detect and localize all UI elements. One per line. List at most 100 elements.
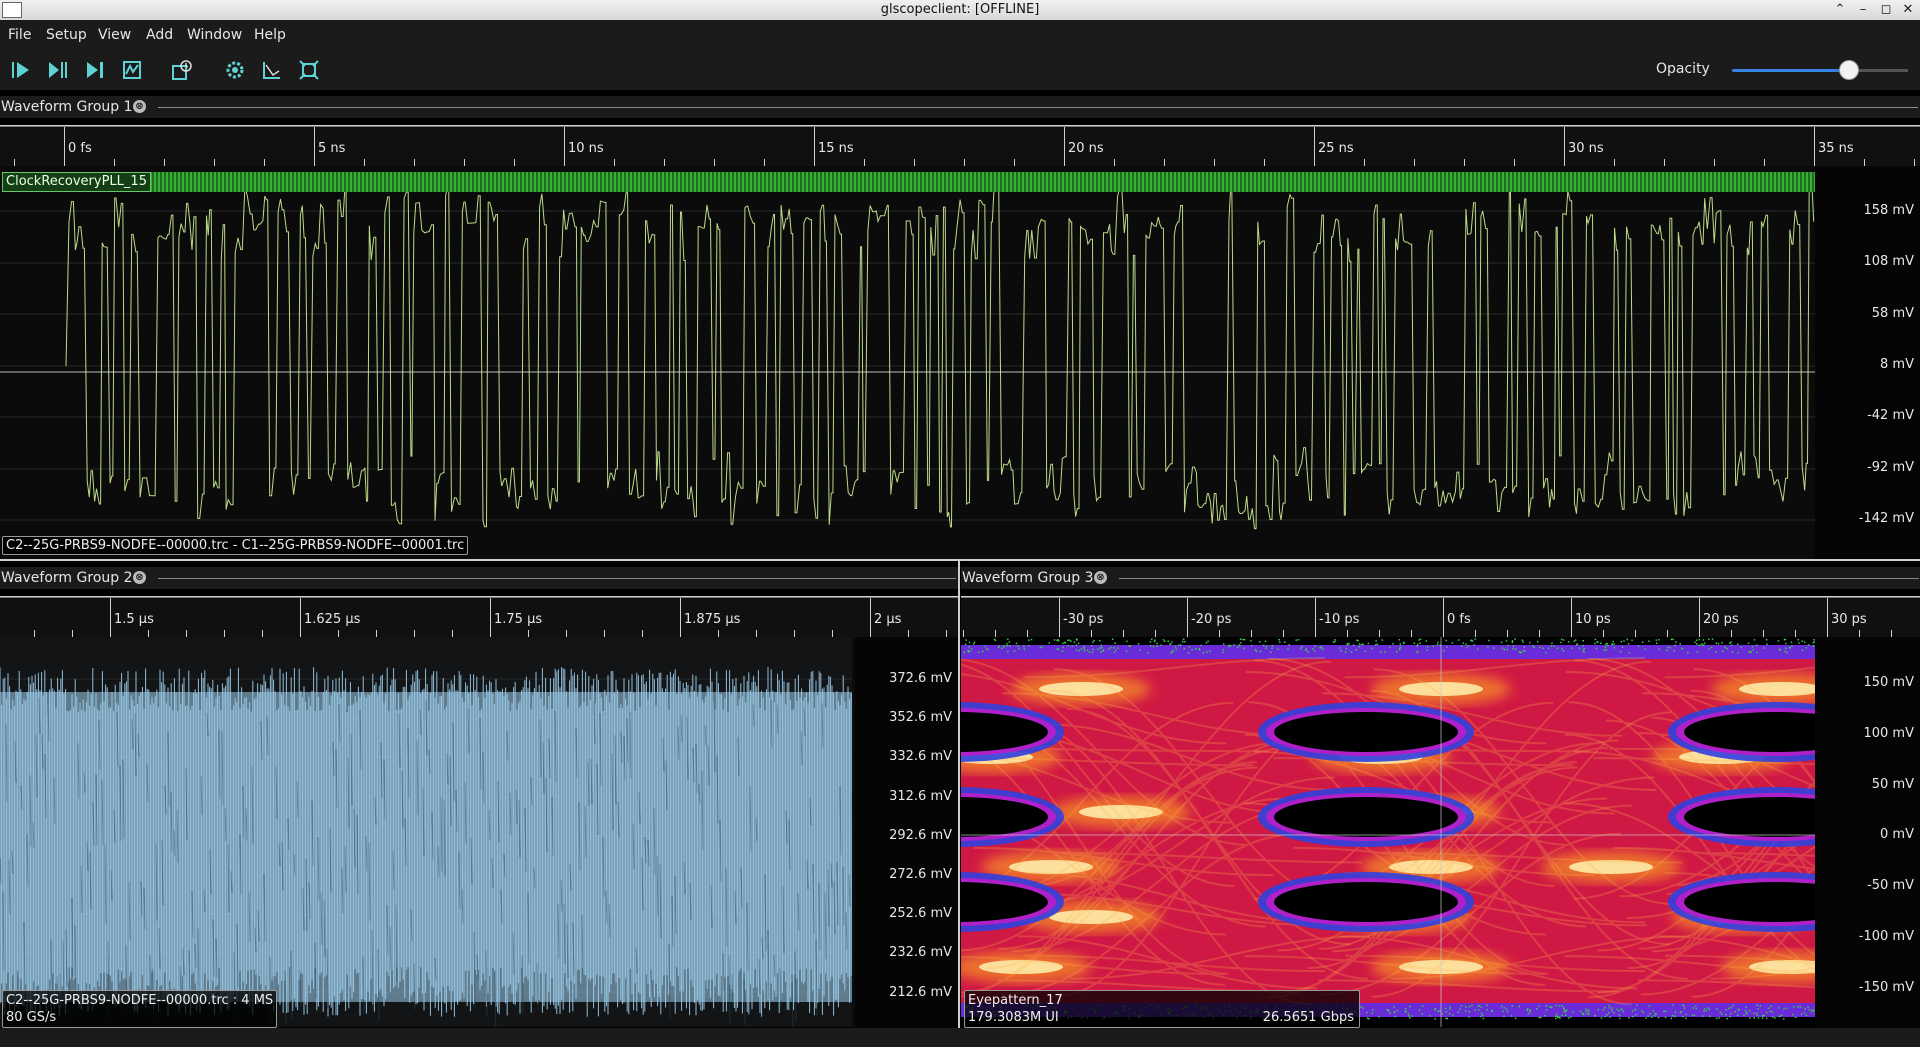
group-2-channel-name: C2--25G-PRBS9-NODFE--00000.trc : 4 MS bbox=[6, 993, 274, 1008]
y-axis-label: -150 mV bbox=[1858, 980, 1914, 995]
opacity-label: Opacity bbox=[1656, 61, 1710, 77]
group-1-timeline-ruler[interactable]: 0 fs 5 ns 10 ns 15 ns 20 ns 25 ns 30 ns 35 ns bbox=[0, 126, 1920, 167]
waveform-group-3-close-icon[interactable]: ⊗ bbox=[1094, 571, 1107, 584]
ruler-tick-label: 1.75 µs bbox=[494, 612, 543, 627]
fullscreen-button[interactable] bbox=[296, 58, 322, 82]
group-2-y-axis[interactable]: 372.6 mV 352.6 mV 332.6 mV 312.6 mV 292.6 mV… bbox=[855, 637, 958, 1027]
waveform-group-2-close-icon[interactable]: ⊗ bbox=[133, 571, 146, 584]
opacity-slider-handle[interactable] bbox=[1839, 60, 1859, 80]
ruler-tick-label: 30 ns bbox=[1568, 141, 1604, 156]
y-axis-label: 352.6 mV bbox=[889, 710, 952, 725]
clear-sweeps-icon bbox=[263, 62, 280, 79]
stop-trigger-button[interactable] bbox=[119, 58, 145, 82]
ruler-major-tick bbox=[814, 127, 815, 167]
ruler-tick-label: 35 ns bbox=[1818, 141, 1854, 156]
ruler-tick-label: 25 ns bbox=[1318, 141, 1354, 156]
menu-add[interactable]: Add bbox=[146, 27, 173, 43]
clock-recovery-protocol-bar[interactable] bbox=[150, 172, 1815, 192]
window-shade-button[interactable]: ⌃ bbox=[1830, 0, 1850, 20]
y-axis-label: 212.6 mV bbox=[889, 985, 952, 1000]
group-1-bottom-border bbox=[0, 559, 1920, 561]
y-axis-label: 8 mV bbox=[1880, 357, 1914, 372]
ruler-major-tick bbox=[1814, 127, 1815, 167]
start-trigger-button[interactable] bbox=[8, 58, 34, 82]
ruler-major-tick bbox=[1314, 127, 1315, 167]
y-axis-label: 272.6 mV bbox=[889, 867, 952, 882]
y-axis-label: 372.6 mV bbox=[889, 671, 952, 686]
group-divider-line bbox=[158, 578, 956, 579]
group-1-waveform-plot[interactable] bbox=[0, 166, 1815, 559]
ruler-tick-label: 10 ns bbox=[568, 141, 604, 156]
eye-opening bbox=[1274, 712, 1458, 752]
window-titlebar: glscopeclient: [OFFLINE] ⌃ – ◻ ✕ bbox=[0, 0, 1920, 21]
fullscreen-icon bbox=[299, 60, 319, 80]
y-axis-label: 292.6 mV bbox=[889, 828, 952, 843]
group-3-y-axis[interactable]: 150 mV 100 mV 50 mV 0 mV -50 mV -100 mV -150 m… bbox=[1815, 637, 1920, 1027]
menu-view[interactable]: View bbox=[98, 27, 131, 43]
y-axis-label: 0 mV bbox=[1880, 827, 1914, 842]
group-divider-line bbox=[158, 107, 1918, 108]
group-2-waveform-plot[interactable] bbox=[0, 637, 855, 1027]
ruler-tick-label: -20 ps bbox=[1191, 612, 1232, 627]
y-axis-label: 252.6 mV bbox=[889, 906, 952, 921]
waveform-trace bbox=[0, 667, 855, 1017]
ruler-major-tick bbox=[1443, 598, 1444, 638]
history-button[interactable] bbox=[169, 58, 195, 82]
menu-file[interactable]: File bbox=[8, 27, 31, 43]
group-1-waveform-svg bbox=[0, 182, 1815, 530]
group-2-sample-rate: 80 GS/s bbox=[6, 1010, 57, 1025]
waveform-group-2-header: Waveform Group 2 ⊗ bbox=[0, 567, 958, 589]
waveform-group-1-title: Waveform Group 1 bbox=[1, 99, 133, 115]
y-axis-label: 108 mV bbox=[1863, 254, 1914, 269]
group-1-y-axis[interactable]: 158 mV 108 mV 58 mV 8 mV -42 mV -92 mV -142 mV bbox=[1815, 166, 1920, 559]
waveform-group-1-close-icon[interactable]: ⊗ bbox=[133, 100, 146, 113]
group-2-channel-label[interactable]: C2--25G-PRBS9-NODFE--00000.trc : 4 MS 80… bbox=[2, 990, 278, 1028]
y-axis-label: -100 mV bbox=[1858, 929, 1914, 944]
single-trigger-button[interactable] bbox=[45, 58, 71, 82]
ruler-major-tick bbox=[1187, 598, 1188, 638]
y-axis-label: -42 mV bbox=[1867, 408, 1914, 423]
group-2-timeline-ruler[interactable]: 1.5 µs 1.625 µs 1.75 µs 1.875 µs 2 µs bbox=[0, 597, 958, 638]
clear-sweeps-button[interactable] bbox=[259, 58, 285, 82]
y-axis-label: -142 mV bbox=[1858, 511, 1914, 526]
eye-pattern-info-label[interactable]: Eyepattern_17 179.3083M UI 26.5651 Gbps bbox=[964, 990, 1360, 1028]
window-title: glscopeclient: [OFFLINE] bbox=[880, 2, 1040, 17]
ruler-tick-label: -10 ps bbox=[1319, 612, 1360, 627]
waveform-group-1-header: Waveform Group 1 ⊗ bbox=[0, 96, 1920, 118]
clock-recovery-label[interactable]: ClockRecoveryPLL_15 bbox=[2, 172, 151, 192]
window-close-button[interactable]: ✕ bbox=[1898, 0, 1918, 20]
group-divider-line bbox=[1119, 578, 1919, 579]
stop-trigger-icon bbox=[123, 61, 141, 79]
ruler-major-tick bbox=[314, 127, 315, 167]
ruler-tick-label: 0 fs bbox=[1447, 612, 1471, 627]
refresh-settings-button[interactable] bbox=[222, 58, 248, 82]
start-trigger-icon bbox=[12, 62, 29, 78]
force-trigger-button[interactable] bbox=[82, 58, 108, 82]
ruler-tick-label: 15 ns bbox=[818, 141, 854, 156]
ruler-tick-label: 1.625 µs bbox=[304, 612, 361, 627]
ruler-tick-label: 1.875 µs bbox=[684, 612, 741, 627]
single-trigger-icon bbox=[49, 62, 67, 78]
pane-divider[interactable] bbox=[958, 561, 960, 1028]
y-axis-label: 312.6 mV bbox=[889, 789, 952, 804]
group-1-channel-label[interactable]: C2--25G-PRBS9-NODFE--00000.trc - C1--25G… bbox=[2, 536, 469, 555]
eye-pattern-ui-count: 179.3083M UI bbox=[968, 1010, 1059, 1025]
group-3-timeline-ruler[interactable]: -30 ps -20 ps -10 ps 0 fs 10 ps 20 ps 30 ps bbox=[961, 597, 1920, 638]
window-minimize-button[interactable]: – bbox=[1853, 0, 1873, 20]
toolbar bbox=[0, 50, 1920, 90]
ruler-tick-label: 2 µs bbox=[874, 612, 902, 627]
window-maximize-button[interactable]: ◻ bbox=[1876, 0, 1896, 20]
menu-setup[interactable]: Setup bbox=[46, 27, 87, 43]
history-icon bbox=[172, 60, 192, 80]
menu-window[interactable]: Window bbox=[187, 27, 242, 43]
eye-density-hot bbox=[1039, 682, 1123, 696]
menu-help[interactable]: Help bbox=[254, 27, 286, 43]
y-axis-label: 150 mV bbox=[1863, 675, 1914, 690]
opacity-slider-track[interactable] bbox=[1732, 69, 1908, 72]
y-axis-label: -92 mV bbox=[1867, 460, 1914, 475]
group-3-eye-pattern-plot[interactable] bbox=[961, 637, 1815, 1027]
ruler-major-tick bbox=[870, 598, 871, 638]
waveform-group-3-header: Waveform Group 3 ⊗ bbox=[961, 567, 1920, 589]
eye-pattern-name: Eyepattern_17 bbox=[968, 993, 1063, 1008]
waveform-group-3-title: Waveform Group 3 bbox=[962, 570, 1094, 586]
